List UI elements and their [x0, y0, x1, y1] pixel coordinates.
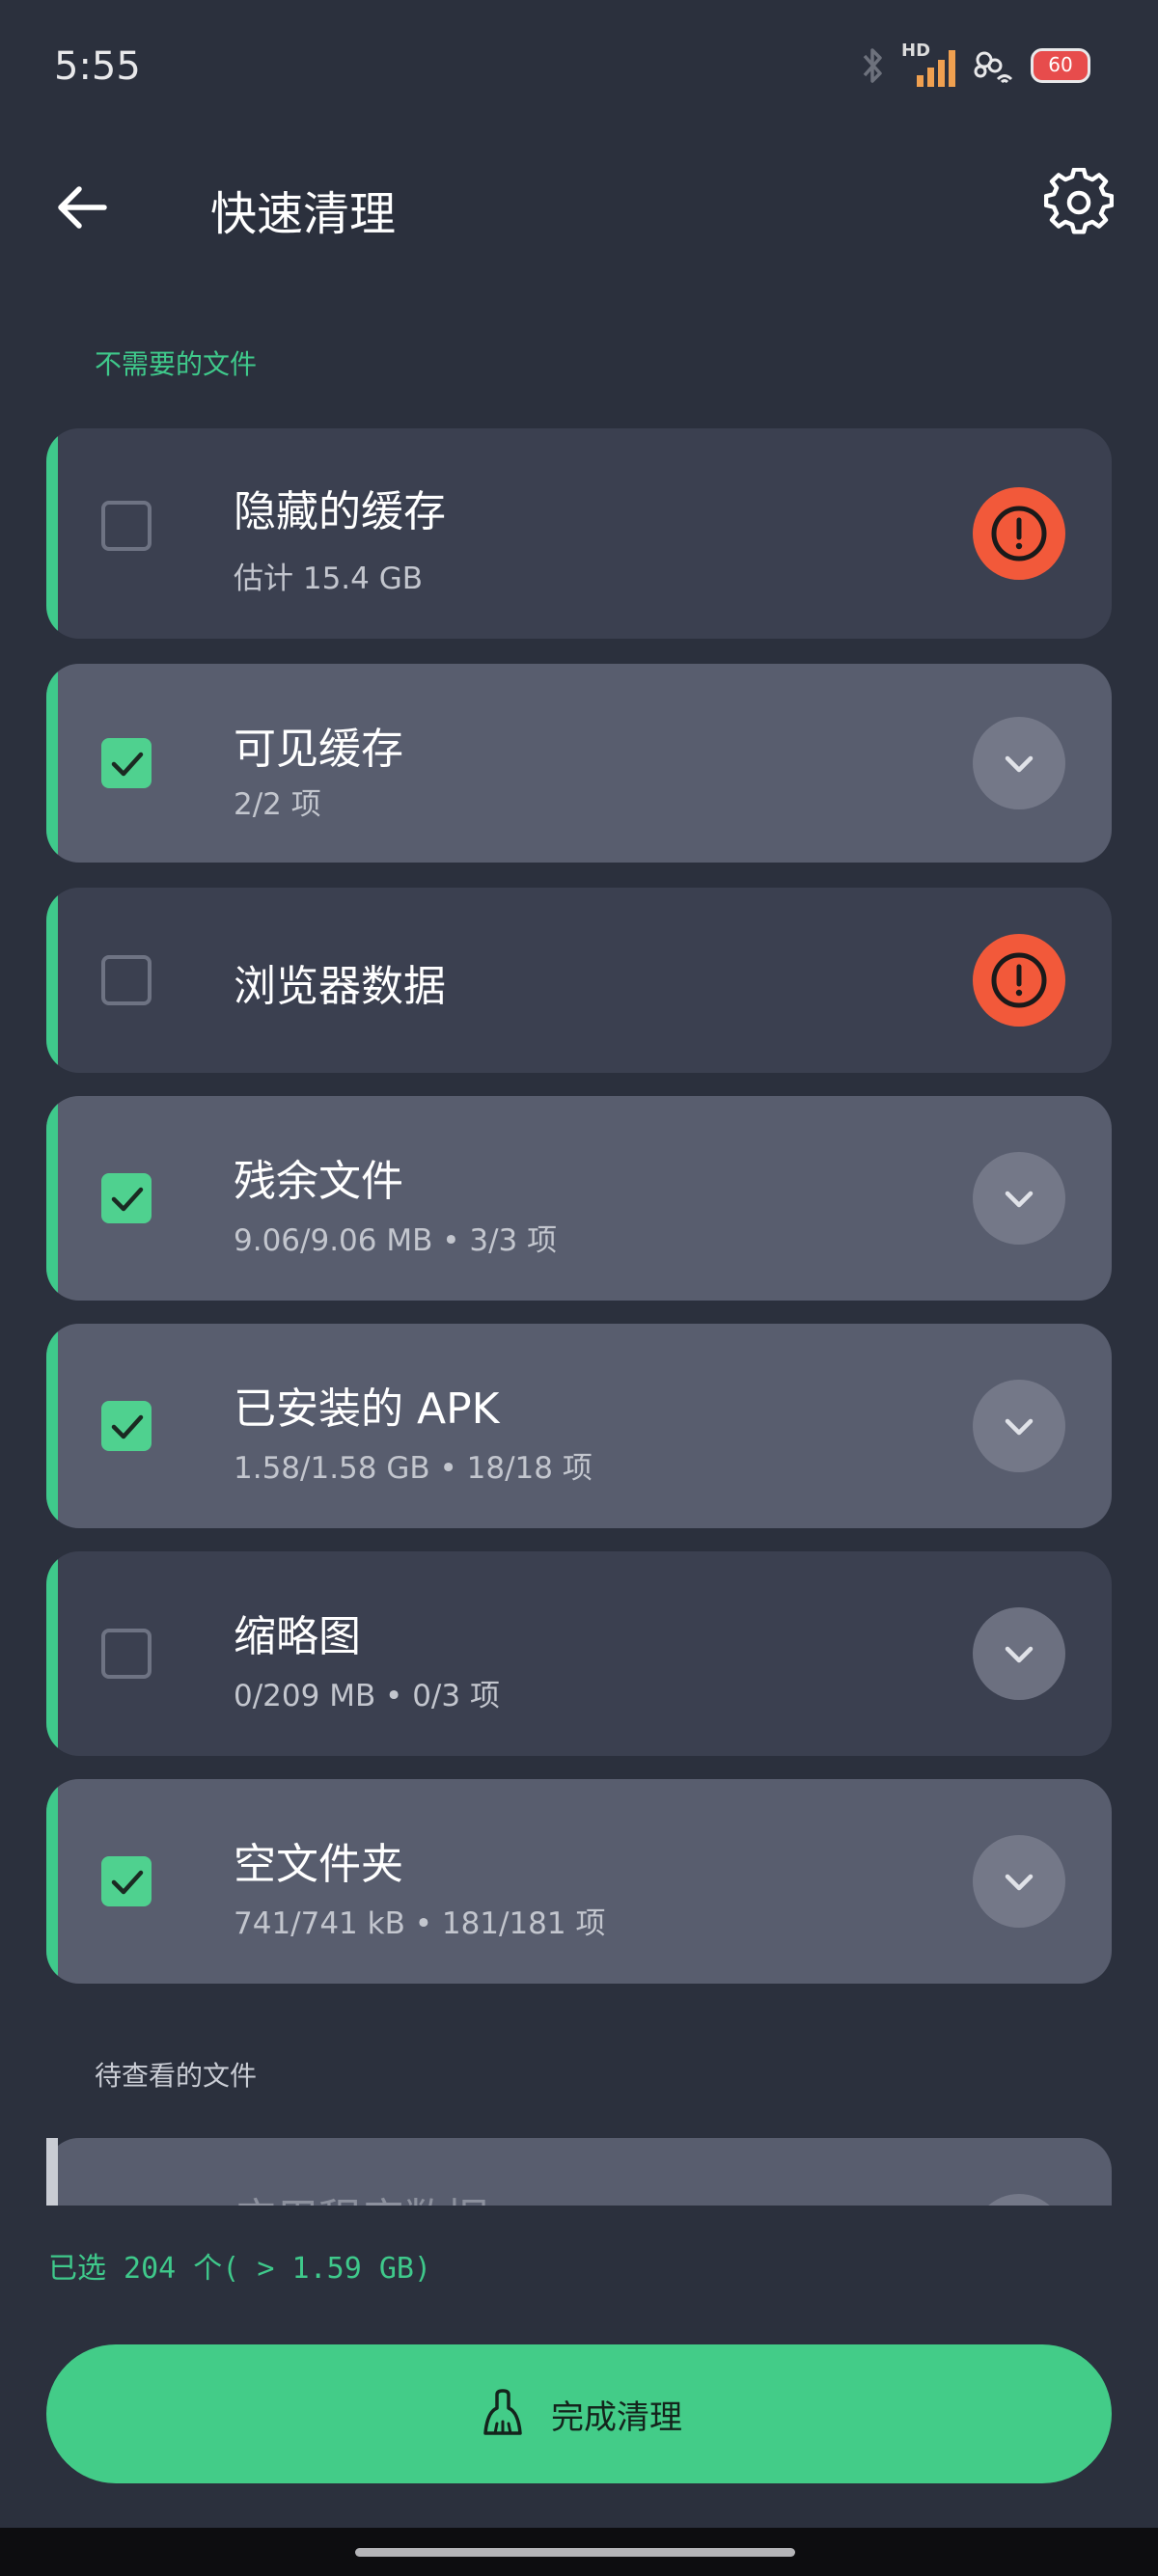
list-item-hidden-cache[interactable]: 隐藏的缓存 估计 15.4 GB	[46, 428, 1112, 639]
card-accent	[46, 1096, 58, 1301]
status-bar: 5:55 HD 60	[0, 0, 1158, 135]
checkbox[interactable]	[101, 1173, 152, 1223]
list-item-browser-data[interactable]: 浏览器数据	[46, 888, 1112, 1073]
check-icon	[111, 752, 144, 777]
arrow-left-icon[interactable]	[50, 176, 114, 239]
list-item-empty-folders[interactable]: 空文件夹 741/741 kB • 181/181 项	[46, 1779, 1112, 1984]
item-subtitle: 2/2 项	[234, 787, 321, 822]
card-accent	[46, 1324, 58, 1528]
checkbox[interactable]	[101, 738, 152, 788]
card-accent	[46, 1779, 58, 1984]
page-title: 快速清理	[210, 187, 397, 241]
item-subtitle: 1.58/1.58 GB • 18/18 项	[234, 1451, 593, 1486]
battery-level: 60	[1048, 53, 1073, 76]
card-accent	[46, 888, 58, 1073]
list-item-visible-cache[interactable]: 可见缓存 2/2 项	[46, 664, 1112, 863]
checkbox[interactable]	[101, 1401, 152, 1451]
gear-icon[interactable]	[1044, 168, 1114, 237]
app-bar: 快速清理	[0, 154, 1158, 260]
card-accent	[46, 664, 58, 863]
list-item-installed-apk[interactable]: 已安装的 APK 1.58/1.58 GB • 18/18 项	[46, 1324, 1112, 1528]
bluetooth-icon	[863, 48, 882, 83]
check-icon	[111, 1870, 144, 1895]
warning-icon[interactable]	[973, 934, 1065, 1027]
system-nav-bar	[0, 2528, 1158, 2576]
checkbox[interactable]	[101, 501, 152, 551]
section-review-files: 待查看的文件	[95, 2060, 258, 2092]
chevron-down-icon[interactable]	[973, 1152, 1065, 1245]
broom-icon	[483, 2389, 522, 2435]
home-indicator[interactable]	[355, 2548, 795, 2557]
card-accent	[46, 428, 58, 639]
battery-icon: 60	[1031, 48, 1090, 83]
item-name: 缩略图	[234, 1612, 361, 1661]
item-subtitle: 9.06/9.06 MB • 3/3 项	[234, 1223, 558, 1258]
card-accent	[46, 2138, 58, 2206]
item-name: 空文件夹	[234, 1840, 403, 1889]
item-subtitle: 741/741 kB • 181/181 项	[234, 1906, 606, 1941]
checkbox[interactable]	[101, 955, 152, 1005]
chevron-down-icon[interactable]	[973, 2194, 1065, 2206]
item-subtitle: 0/209 MB • 0/3 项	[234, 1679, 500, 1713]
finish-clean-button[interactable]: 完成清理	[46, 2344, 1112, 2483]
status-icons: HD 60	[859, 41, 1090, 87]
chevron-down-icon[interactable]	[973, 717, 1065, 809]
list-item-residual-files[interactable]: 残余文件 9.06/9.06 MB • 3/3 项	[46, 1096, 1112, 1301]
wifi-icon	[974, 51, 1013, 84]
check-icon	[111, 1187, 144, 1212]
clean-button-label: 完成清理	[551, 2398, 682, 2437]
card-accent	[46, 1551, 58, 1756]
selection-summary: 已选 204 个( > 1.59 GB)	[48, 2252, 432, 2286]
item-subtitle: 估计 15.4 GB	[234, 562, 424, 596]
list-item-app-data[interactable]: 应用程序数据	[46, 2138, 1112, 2206]
chevron-down-icon[interactable]	[973, 1835, 1065, 1928]
section-unneeded-files: 不需要的文件	[95, 348, 258, 380]
chevron-down-icon[interactable]	[973, 1380, 1065, 1472]
chevron-down-icon[interactable]	[973, 1607, 1065, 1700]
status-time: 5:55	[54, 44, 141, 89]
check-icon	[111, 1414, 144, 1439]
warning-icon[interactable]	[973, 487, 1065, 580]
checkbox[interactable]	[101, 1856, 152, 1906]
bottom-panel: 已选 204 个( > 1.59 GB) 完成清理	[0, 2206, 1158, 2528]
item-name: 应用程序数据	[234, 2184, 488, 2206]
list-item-thumbnails[interactable]: 缩略图 0/209 MB • 0/3 项	[46, 1551, 1112, 1756]
signal-icon: HD	[901, 41, 955, 87]
checkbox[interactable]	[101, 1629, 152, 1679]
item-name: 已安装的 APK	[234, 1384, 500, 1434]
item-name: 浏览器数据	[234, 962, 446, 1011]
item-name: 隐藏的缓存	[234, 487, 446, 536]
item-name: 残余文件	[234, 1157, 403, 1206]
item-name: 可见缓存	[234, 725, 403, 774]
